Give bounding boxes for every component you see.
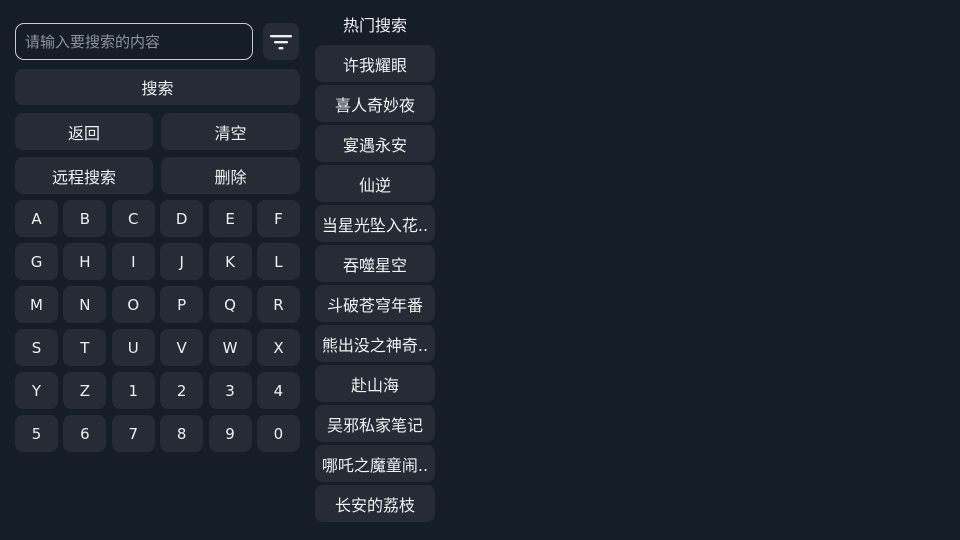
hot-search-item[interactable]: 仙逆 [315, 165, 435, 202]
hot-search-item-label: 宴遇永安 [342, 135, 407, 155]
key-2[interactable]: 2 [160, 372, 204, 409]
hot-search-item-label: 哪吒之魔童闹.. [321, 455, 429, 475]
key-k[interactable]: K [208, 243, 252, 280]
key-x[interactable]: X [256, 329, 300, 366]
key-s[interactable]: S [15, 329, 58, 366]
remote-search-button[interactable]: 远程搜索 [15, 157, 153, 194]
key-z[interactable]: Z [63, 372, 107, 409]
key-f[interactable]: F [256, 200, 300, 237]
key-1[interactable]: 1 [111, 372, 155, 409]
key-v[interactable]: V [160, 329, 204, 366]
key-h[interactable]: H [63, 243, 107, 280]
hot-search-item[interactable]: 许我耀眼 [315, 45, 435, 82]
back-button[interactable]: 返回 [15, 113, 153, 150]
hot-search-item[interactable]: 吞噬星空 [315, 245, 435, 282]
key-9[interactable]: 9 [208, 415, 252, 452]
hot-search-item[interactable]: 宴遇永安 [315, 125, 435, 162]
key-l[interactable]: L [256, 243, 300, 280]
key-8[interactable]: 8 [160, 415, 204, 452]
key-n[interactable]: N [63, 286, 107, 323]
key-b[interactable]: B [63, 200, 107, 237]
key-p[interactable]: P [160, 286, 204, 323]
key-e[interactable]: E [208, 200, 252, 237]
key-c[interactable]: C [111, 200, 155, 237]
filter-button[interactable] [263, 23, 299, 60]
key-a[interactable]: A [15, 200, 58, 237]
search-button[interactable]: 搜索 [15, 69, 300, 105]
hot-search-item[interactable]: 熊出没之神奇.. [315, 325, 435, 362]
key-3[interactable]: 3 [208, 372, 252, 409]
hot-search-item[interactable]: 赴山海 [315, 365, 435, 402]
hot-search-item-label: 赴山海 [350, 375, 399, 395]
key-i[interactable]: I [111, 243, 155, 280]
hot-search-list: 许我耀眼喜人奇妙夜宴遇永安仙逆当星光坠入花.. 吞噬星空斗破苍穹年番 熊出没之神奇.… [315, 45, 435, 522]
key-w[interactable]: W [208, 329, 252, 366]
keyboard-grid: ABCDEF GHIJKL MNOPQR STUVWX YZ1234 567890 [15, 200, 300, 452]
key-t[interactable]: T [63, 329, 107, 366]
hot-search-item-label: 喜人奇妙夜 [334, 95, 415, 115]
hot-search-item[interactable]: 当星光坠入花.. [315, 205, 435, 242]
hot-search-item-label: 长安的荔枝 [334, 495, 415, 515]
key-o[interactable]: O [111, 286, 155, 323]
hot-search-item-label: 当星光坠入花.. [321, 215, 429, 235]
hot-search-item-label: 斗破苍穹年番 [326, 295, 423, 315]
hot-search-title: 热门搜索 [342, 16, 407, 35]
delete-button[interactable]: 删除 [161, 157, 300, 194]
key-7[interactable]: 7 [111, 415, 155, 452]
hot-search-item[interactable]: 吴邪私家笔记 [315, 405, 435, 442]
hot-search-item-label: 许我耀眼 [342, 55, 407, 75]
search-field[interactable] [15, 23, 253, 60]
key-0[interactable]: 0 [256, 415, 300, 452]
clear-button[interactable]: 清空 [161, 113, 300, 150]
hot-search-item[interactable]: 喜人奇妙夜 [315, 85, 435, 122]
hot-search-item-label: 吞噬星空 [342, 255, 407, 275]
key-g[interactable]: G [15, 243, 58, 280]
key-m[interactable]: M [15, 286, 58, 323]
key-j[interactable]: J [160, 243, 204, 280]
hot-search-item-label: 仙逆 [358, 175, 391, 195]
key-q[interactable]: Q [208, 286, 252, 323]
search-input[interactable] [16, 24, 252, 59]
hot-search-item-label: 熊出没之神奇.. [321, 335, 429, 355]
key-d[interactable]: D [160, 200, 204, 237]
hot-search-item-label: 吴邪私家笔记 [326, 415, 423, 435]
key-r[interactable]: R [256, 286, 300, 323]
filter-icon [270, 34, 292, 49]
key-y[interactable]: Y [15, 372, 58, 409]
key-5[interactable]: 5 [15, 415, 58, 452]
hot-search-item[interactable]: 长安的荔枝 [315, 485, 435, 522]
key-6[interactable]: 6 [63, 415, 107, 452]
key-u[interactable]: U [111, 329, 155, 366]
hot-search-item[interactable]: 斗破苍穹年番 [315, 285, 435, 322]
hot-search-item[interactable]: 哪吒之魔童闹.. [315, 445, 435, 482]
key-4[interactable]: 4 [256, 372, 300, 409]
